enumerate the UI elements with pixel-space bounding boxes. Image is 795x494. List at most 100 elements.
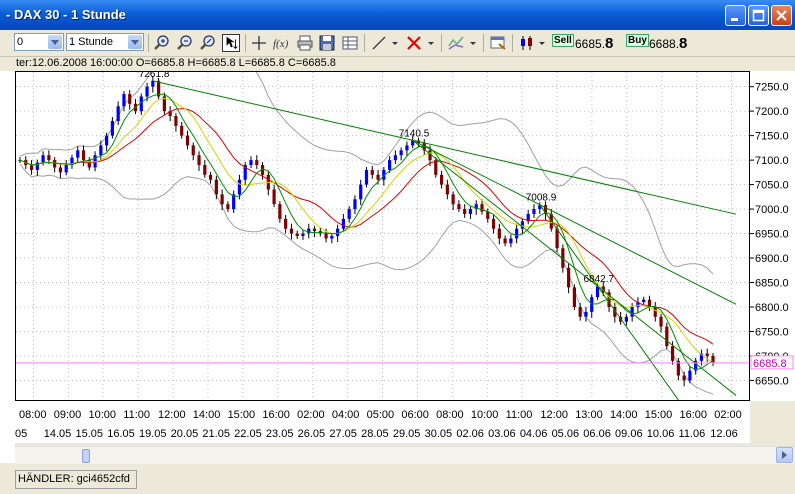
- x-time-label: 15:00: [645, 409, 673, 421]
- scroll-right-button[interactable]: [776, 447, 793, 463]
- zoom-out-icon[interactable]: [176, 34, 194, 52]
- maximize-button[interactable]: [748, 5, 769, 26]
- x-time-label: 16:00: [262, 409, 290, 421]
- print-icon[interactable]: [296, 34, 314, 52]
- candle-body: [58, 167, 63, 173]
- y-axis[interactable]: 6650.06700.06750.06800.06850.06900.06950…: [750, 71, 795, 401]
- x-time-label: 06:00: [401, 409, 429, 421]
- x-time-label: 09:00: [54, 409, 82, 421]
- x-axis[interactable]: 08:00 09:00 10:00 11:00 12:00 14:00 15:00 16:00…: [12, 401, 750, 443]
- candle-body: [353, 199, 357, 210]
- candle-body: [220, 194, 224, 205]
- chevron-down-icon[interactable]: [390, 34, 400, 52]
- candle-body: [359, 184, 363, 200]
- candle-body: [688, 370, 692, 381]
- delete-drawing-icon[interactable]: [405, 34, 423, 52]
- sell-price-big: 8: [605, 35, 614, 52]
- chevron-down-icon[interactable]: [468, 34, 478, 52]
- candle-body: [653, 306, 657, 317]
- ma-green-line: [19, 93, 714, 371]
- horizontal-scrollbar[interactable]: [15, 446, 795, 464]
- x-time-label: 02:00: [297, 409, 325, 421]
- peak-annotation: 6842.7: [584, 274, 615, 285]
- x-time-label: 16:00: [679, 409, 707, 421]
- sell-label: Sell: [552, 34, 574, 47]
- x-time-label: 05:00: [367, 409, 395, 421]
- buy-button[interactable]: Buy 6688.8: [626, 33, 694, 52]
- candle-body: [99, 145, 103, 156]
- candle-body: [509, 238, 513, 244]
- candle-body: [468, 209, 473, 214]
- chart-area[interactable]: 7261.8 7140.5 7008.9 6842.7: [15, 50, 750, 482]
- x-date-label: 29.05: [393, 428, 421, 440]
- title-bar[interactable]: - DAX 30 - 1 Stunde: [0, 0, 795, 30]
- chevron-down-icon[interactable]: [128, 35, 142, 49]
- scroll-thumb[interactable]: [82, 449, 90, 463]
- x-time-label: 04:00: [332, 409, 360, 421]
- sell-button[interactable]: Sell 6685.8: [552, 33, 620, 52]
- symbol-select[interactable]: 0: [14, 33, 64, 51]
- buy-price-big: 8: [679, 35, 688, 52]
- price-chart[interactable]: 7261.8 7140.5 7008.9 6842.7: [16, 50, 749, 482]
- function-icon[interactable]: f(x): [272, 34, 290, 52]
- chevron-down-icon[interactable]: [48, 35, 62, 49]
- candle-body: [29, 165, 34, 170]
- zoom-fit-icon[interactable]: [199, 34, 217, 52]
- x-time-label: 13:00: [575, 409, 603, 421]
- interval-select[interactable]: 1 Stunde: [66, 33, 144, 51]
- y-tick-label: 7250.0: [755, 82, 789, 94]
- zoom-in-icon[interactable]: [153, 34, 171, 52]
- save-icon[interactable]: [318, 34, 336, 52]
- y-tick-label: 7000.0: [755, 204, 789, 216]
- draw-line-icon[interactable]: [370, 34, 388, 52]
- candle-body: [197, 155, 201, 166]
- candle-body: [312, 228, 317, 232]
- y-tick-label: 6900.0: [755, 253, 789, 265]
- candle-body: [670, 346, 675, 361]
- indicator-icon[interactable]: [447, 34, 465, 52]
- x-date-label: 10.06: [647, 428, 675, 440]
- cursor-mode-icon[interactable]: [222, 34, 240, 52]
- candle-body: [659, 316, 663, 327]
- minimize-button[interactable]: [725, 5, 746, 26]
- x-date-label: 11.06: [679, 428, 706, 440]
- candle-body: [76, 150, 80, 158]
- window-title: - DAX 30 - 1 Stunde: [6, 7, 126, 22]
- candle-body: [145, 86, 149, 97]
- candle-body: [503, 238, 507, 244]
- candle-body: [295, 233, 299, 236]
- crosshair-icon[interactable]: [250, 34, 268, 52]
- x-date-label: 06.06: [583, 428, 611, 440]
- y-axis-labels: 6650.06700.06750.06800.06850.06900.06950…: [750, 82, 794, 387]
- left-margin: [0, 71, 15, 463]
- x-date-label: 28.05: [361, 428, 389, 440]
- table-view-icon[interactable]: [341, 34, 359, 52]
- ohlc-info-line: ter:12.06.2008 16:00:00 O=6685.8 H=6685.…: [16, 57, 336, 69]
- trendline[interactable]: [412, 139, 737, 396]
- candle-body: [434, 160, 438, 175]
- ma-yellow-line: [19, 97, 714, 364]
- candle-body: [284, 218, 288, 229]
- candle-body: [584, 311, 588, 317]
- properties-icon[interactable]: [489, 34, 507, 52]
- x-date-label: 02.06: [456, 428, 484, 440]
- candle-body: [370, 169, 374, 175]
- close-button[interactable]: [771, 5, 792, 26]
- trendline[interactable]: [412, 139, 737, 305]
- close-icon: [776, 10, 787, 21]
- chevron-right-icon: [782, 451, 787, 459]
- x-date-label: 20.05: [171, 428, 199, 440]
- chevron-down-icon[interactable]: [426, 34, 436, 52]
- x-date-label: 05.06: [552, 428, 580, 440]
- candle-body: [105, 135, 109, 146]
- x-time-label: 15:00: [228, 409, 256, 421]
- candle-body: [451, 194, 455, 205]
- buy-label: Buy: [626, 34, 649, 47]
- candle-body: [642, 299, 646, 303]
- x-date-label: 26.05: [298, 428, 326, 440]
- candle-body: [237, 179, 242, 195]
- chevron-down-icon[interactable]: [537, 34, 547, 52]
- candlestick-icon[interactable]: [518, 34, 536, 52]
- candle-body: [301, 233, 305, 236]
- trader-status: HÄNDLER: gci4652cfd: [15, 470, 137, 489]
